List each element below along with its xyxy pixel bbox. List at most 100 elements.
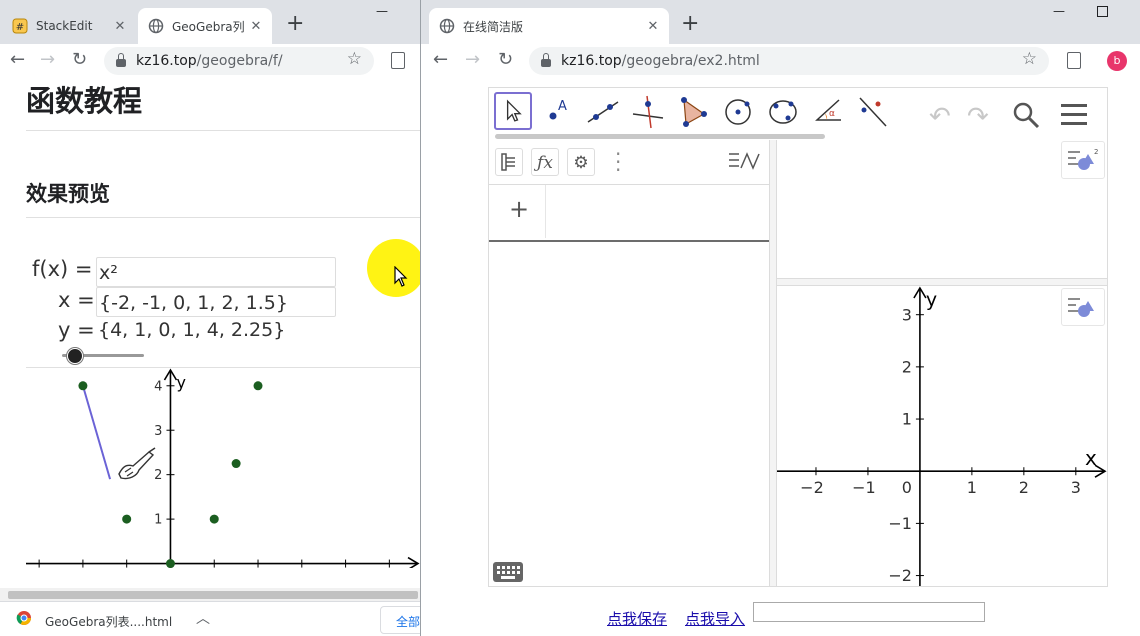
toolbar-scrollbar[interactable] [495, 134, 825, 139]
close-tab-icon[interactable]: ✕ [248, 19, 264, 34]
close-tab-icon[interactable]: ✕ [112, 19, 128, 34]
search-icon[interactable] [1011, 100, 1041, 130]
forward-arrow-icon[interactable]: → [40, 49, 55, 71]
ellipse-tool[interactable] [764, 92, 802, 130]
reload-icon[interactable]: ↻ [72, 49, 87, 71]
f-input[interactable]: x² [96, 257, 336, 287]
star-icon[interactable]: ☆ [1022, 49, 1037, 69]
browser-toolbar: ← → ↻ kz16.top/geogebra/ex2.html ☆ b [421, 44, 1140, 76]
y-axis-label: y [176, 373, 185, 392]
svg-text:2: 2 [1094, 148, 1098, 156]
url-host: kz16.top [136, 53, 197, 69]
import-textarea[interactable] [753, 602, 985, 622]
back-arrow-icon[interactable]: ← [10, 49, 25, 71]
forward-arrow-icon[interactable]: → [465, 49, 480, 71]
tab-geogebra[interactable]: GeoGebra列 ✕ [138, 8, 272, 44]
tree-view-icon[interactable] [495, 148, 523, 176]
perpendicular-tool[interactable] [629, 92, 667, 130]
keyboard-icon[interactable] [493, 562, 523, 582]
point-tool[interactable]: A [539, 92, 577, 130]
y-label: y = [58, 318, 95, 342]
address-bar[interactable]: kz16.top/geogebra/ex2.html ☆ [529, 47, 1049, 75]
polygon-tool[interactable] [674, 92, 712, 130]
address-bar[interactable]: kz16.top/geogebra/f/ ☆ [104, 47, 374, 75]
page-title: 函数教程 [26, 84, 143, 118]
scrollbar-thumb[interactable] [8, 591, 418, 599]
svg-text:#: # [16, 22, 24, 33]
download-bar: GeoGebra列表....html ︿ 全部 [0, 601, 420, 636]
back-arrow-icon[interactable]: ← [433, 49, 448, 71]
tab-title: GeoGebra列 [172, 19, 245, 34]
tab-title: StackEdit [36, 19, 93, 33]
y-tick-label: −2 [888, 566, 912, 585]
url-path: /geogebra/f/ [196, 53, 283, 69]
circle-tool[interactable] [719, 92, 757, 130]
divider [26, 217, 420, 218]
download-filename[interactable]: GeoGebra列表....html [45, 613, 172, 630]
reflect-tool[interactable] [854, 92, 892, 130]
globe-icon [439, 18, 455, 34]
move-tool[interactable] [494, 92, 532, 130]
avatar[interactable]: b [1107, 51, 1127, 71]
undo-icon[interactable]: ↶ [929, 102, 951, 132]
list-segment [81, 385, 112, 480]
tutorial-page: 函数教程 效果预览 f(x) = x² x = {-2, -1, 0, 1, 2… [0, 76, 420, 636]
mouse-cursor-icon [394, 266, 408, 287]
circle-center-icon [725, 99, 751, 125]
x-tick-label: 1 [967, 478, 977, 497]
minimize-icon[interactable]: — [376, 4, 388, 18]
stackedit-favicon: # [12, 18, 28, 34]
reading-list-icon[interactable] [391, 52, 405, 69]
slider-handle[interactable] [67, 348, 83, 364]
save-link[interactable]: 点我保存 [607, 608, 667, 629]
reading-list-icon[interactable] [1067, 52, 1081, 69]
divider [545, 185, 546, 238]
lock-icon [116, 53, 126, 67]
style-bar-icon: 2 [1068, 148, 1098, 170]
vertical-splitter[interactable] [769, 140, 777, 586]
x-label: x = [58, 288, 95, 312]
horizontal-scrollbar[interactable] [0, 588, 420, 602]
tab-online-simple[interactable]: 在线简洁版 ✕ [429, 8, 669, 44]
arrow-pointer-icon [506, 99, 522, 122]
maximize-icon[interactable] [1097, 6, 1108, 17]
reload-icon[interactable]: ↻ [498, 49, 513, 71]
url-path: /geogebra/ex2.html [621, 53, 760, 69]
line-icon [587, 101, 619, 123]
section-title: 效果预览 [26, 182, 110, 206]
tab-stackedit[interactable]: # StackEdit ✕ [2, 8, 136, 44]
style-bar-button-top[interactable]: 2 [1061, 141, 1105, 179]
data-point [122, 514, 132, 524]
new-tab-button[interactable]: + [681, 12, 699, 36]
plus-icon[interactable]: + [509, 195, 529, 223]
horizontal-splitter[interactable] [777, 278, 1107, 286]
line-tool[interactable] [584, 92, 622, 130]
more-vertical-icon[interactable]: · · · [615, 144, 621, 180]
close-tab-icon[interactable]: ✕ [645, 19, 661, 34]
graph-toggle-icon[interactable] [727, 150, 763, 172]
divider [26, 130, 420, 131]
graphics-view[interactable]: −2 −1 1 2 3 −2 −1 1 2 3 0 y x [777, 286, 1107, 586]
lock-icon [541, 53, 551, 67]
fx-icon[interactable]: ƒx [531, 148, 559, 176]
algebra-input-row[interactable]: + [489, 185, 769, 242]
star-icon[interactable]: ☆ [347, 49, 362, 69]
redo-icon[interactable]: ↷ [967, 102, 989, 132]
show-all-button[interactable]: 全部 [380, 606, 420, 634]
function-plot[interactable]: −3−2−1123451234y [26, 368, 420, 568]
menu-icon[interactable] [1059, 101, 1089, 129]
gear-icon[interactable]: ⚙ [567, 148, 595, 176]
import-link[interactable]: 点我导入 [685, 608, 745, 629]
angle-tool[interactable]: α [809, 92, 847, 130]
y-axis-label: y [926, 289, 937, 311]
chevron-up-icon[interactable]: ︿ [196, 608, 210, 628]
point-icon: A [549, 99, 567, 120]
polygon-icon [681, 97, 707, 127]
svg-text:A: A [558, 99, 567, 114]
origin-label: 0 [902, 478, 912, 497]
minimize-icon[interactable]: — [1053, 4, 1065, 18]
data-point [253, 381, 263, 391]
reflect-icon [859, 97, 887, 127]
new-tab-button[interactable]: + [286, 12, 304, 36]
x-input[interactable]: {-2, -1, 0, 1, 2, 1.5} [96, 287, 336, 317]
